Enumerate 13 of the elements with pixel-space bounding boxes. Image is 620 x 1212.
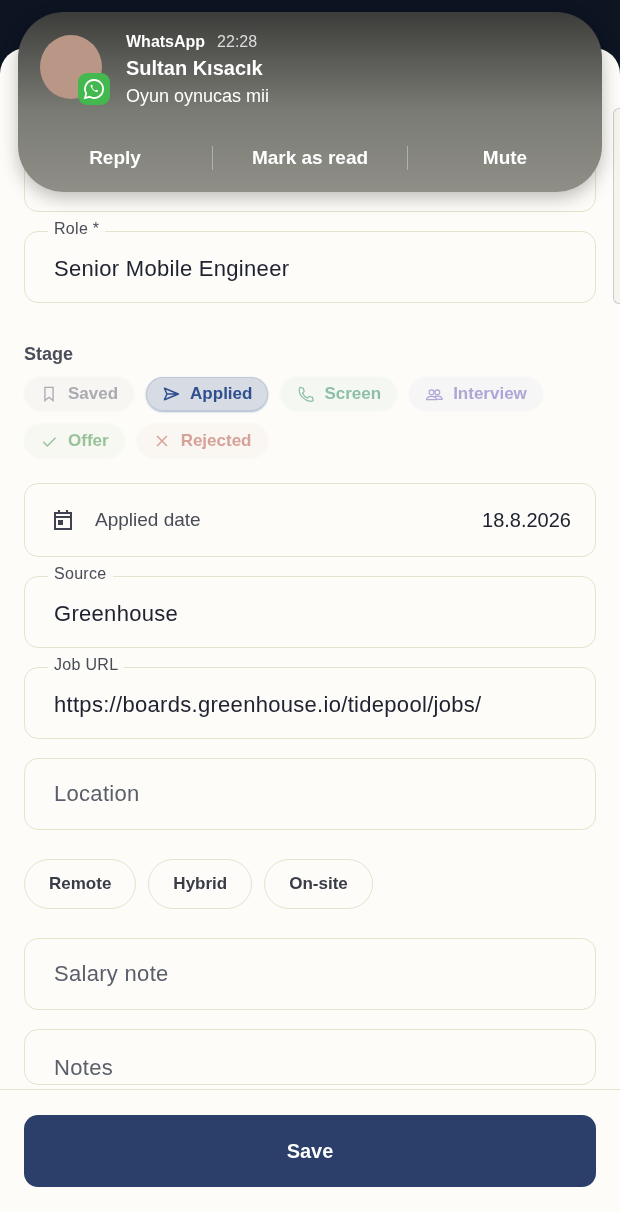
field-placeholder: Salary note xyxy=(54,961,169,987)
field-placeholder: Location xyxy=(54,781,140,807)
field-value: Greenhouse xyxy=(54,600,179,627)
section-title: Stage xyxy=(24,344,75,365)
app-name: WhatsApp xyxy=(126,33,206,51)
field-value: Senior Mobile Engineer xyxy=(54,255,290,282)
field-value: 18.8.2026 xyxy=(482,508,571,532)
message-text: Oyun oynucas mii xyxy=(126,86,270,107)
field-placeholder: Notes xyxy=(54,1055,113,1082)
field-value: https://boards.greenhouse.io/tidepool/jobs/ xyxy=(54,691,482,718)
field-label: Applied date xyxy=(95,509,202,531)
notification-time: 22:28 xyxy=(217,33,258,51)
sender-name: Sultan Kısacık xyxy=(126,57,264,80)
